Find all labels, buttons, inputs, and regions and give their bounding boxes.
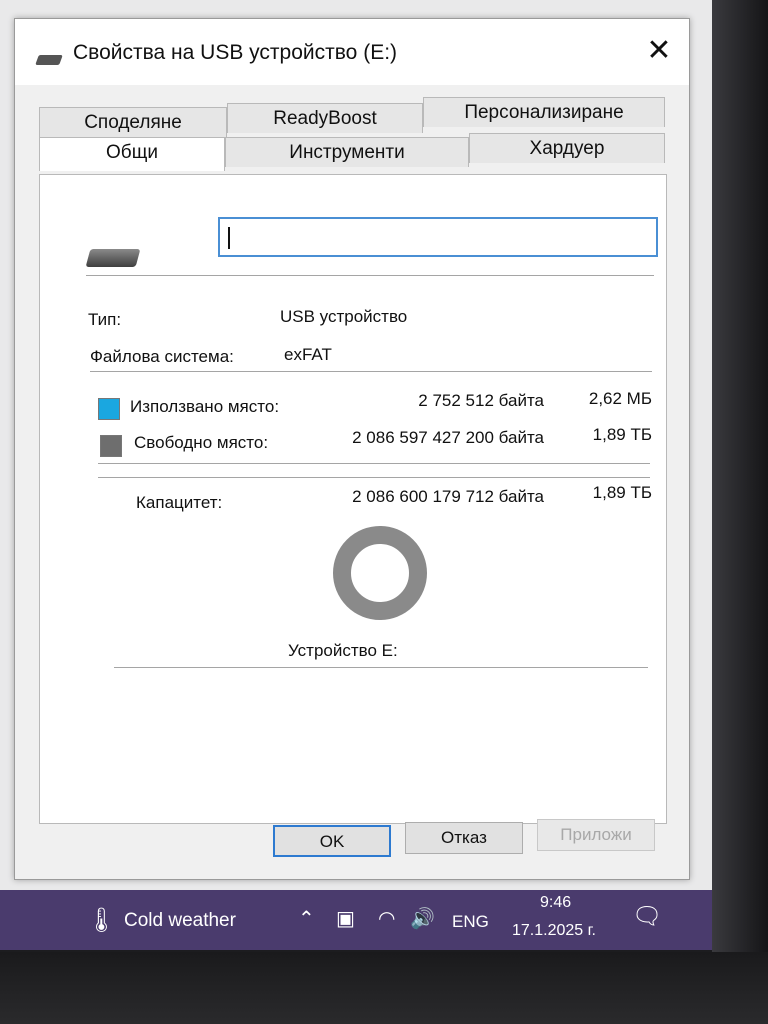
tab-general[interactable]: Общи bbox=[39, 137, 225, 171]
free-space-label: Свободно място: bbox=[134, 433, 269, 452]
close-button[interactable]: ✕ bbox=[635, 29, 683, 73]
taskbar: 🌡 Cold weather ⌃ ▣ ◠ 🔊 ENG 9:46 17.1.202… bbox=[0, 890, 712, 950]
separator bbox=[114, 667, 648, 668]
usage-donut bbox=[333, 526, 427, 620]
separator bbox=[98, 477, 650, 478]
notifications-icon[interactable]: 🗨 bbox=[632, 902, 662, 931]
type-value: USB устройство bbox=[280, 307, 408, 326]
apply-button[interactable]: Приложи bbox=[537, 819, 655, 851]
clock-time[interactable]: 9:46 bbox=[540, 894, 571, 912]
free-space-size: 1,89 ТБ bbox=[592, 425, 652, 444]
window-title: Свойства на USB устройство (E:) bbox=[73, 41, 398, 64]
thermometer-icon[interactable]: 🌡 bbox=[86, 906, 116, 935]
capacity-label: Капацитет: bbox=[136, 493, 223, 512]
volume-name-input[interactable] bbox=[218, 217, 658, 257]
tab-sharing[interactable]: Споделяне bbox=[39, 107, 227, 137]
title-bar[interactable]: Свойства на USB устройство (E:) ✕ bbox=[15, 19, 689, 85]
usb-drive-icon bbox=[35, 55, 63, 65]
used-space-bytes: 2 752 512 байта bbox=[418, 391, 544, 410]
separator bbox=[98, 463, 650, 464]
general-panel: Тип: USB устройство Файлова система: exF… bbox=[39, 174, 667, 824]
free-space-swatch bbox=[100, 435, 122, 457]
monitor-bezel-right bbox=[712, 0, 768, 1024]
used-space-size: 2,62 МБ bbox=[588, 389, 652, 408]
capacity-bytes: 2 086 600 179 712 байта bbox=[352, 487, 544, 506]
used-space-swatch bbox=[98, 398, 120, 420]
drive-label: Устройство E: bbox=[288, 641, 398, 660]
used-space-label: Използвано място: bbox=[130, 397, 280, 416]
separator bbox=[90, 371, 652, 372]
clock-date[interactable]: 17.1.2025 г. bbox=[512, 922, 596, 940]
language-indicator[interactable]: ENG bbox=[452, 912, 489, 932]
network-icon[interactable]: ▣ bbox=[336, 906, 355, 931]
free-space-ring bbox=[333, 526, 427, 620]
wifi-icon[interactable]: ◠ bbox=[378, 906, 395, 931]
monitor-bezel-bottom bbox=[0, 952, 768, 1024]
tab-customize[interactable]: Персонализиране bbox=[423, 97, 665, 127]
text-caret bbox=[228, 227, 230, 249]
ok-button[interactable]: OK bbox=[273, 825, 391, 857]
free-space-bytes: 2 086 597 427 200 байта bbox=[352, 428, 544, 447]
weather-widget[interactable]: Cold weather bbox=[124, 910, 236, 932]
capacity-size: 1,89 ТБ bbox=[592, 483, 652, 502]
separator bbox=[86, 275, 654, 276]
usb-drive-icon bbox=[85, 249, 141, 267]
tab-readyboost[interactable]: ReadyBoost bbox=[227, 103, 423, 133]
properties-dialog: Свойства на USB устройство (E:) ✕ Сподел… bbox=[14, 18, 690, 880]
filesystem-value: exFAT bbox=[284, 345, 332, 364]
cancel-button[interactable]: Отказ bbox=[405, 822, 523, 854]
filesystem-label: Файлова система: bbox=[90, 347, 234, 366]
tab-hardware[interactable]: Хардуер bbox=[469, 133, 665, 163]
tab-tools[interactable]: Инструменти bbox=[225, 137, 469, 167]
speaker-icon[interactable]: 🔊 bbox=[410, 906, 435, 931]
chevron-up-icon[interactable]: ⌃ bbox=[298, 906, 315, 931]
type-label: Тип: bbox=[88, 310, 122, 329]
